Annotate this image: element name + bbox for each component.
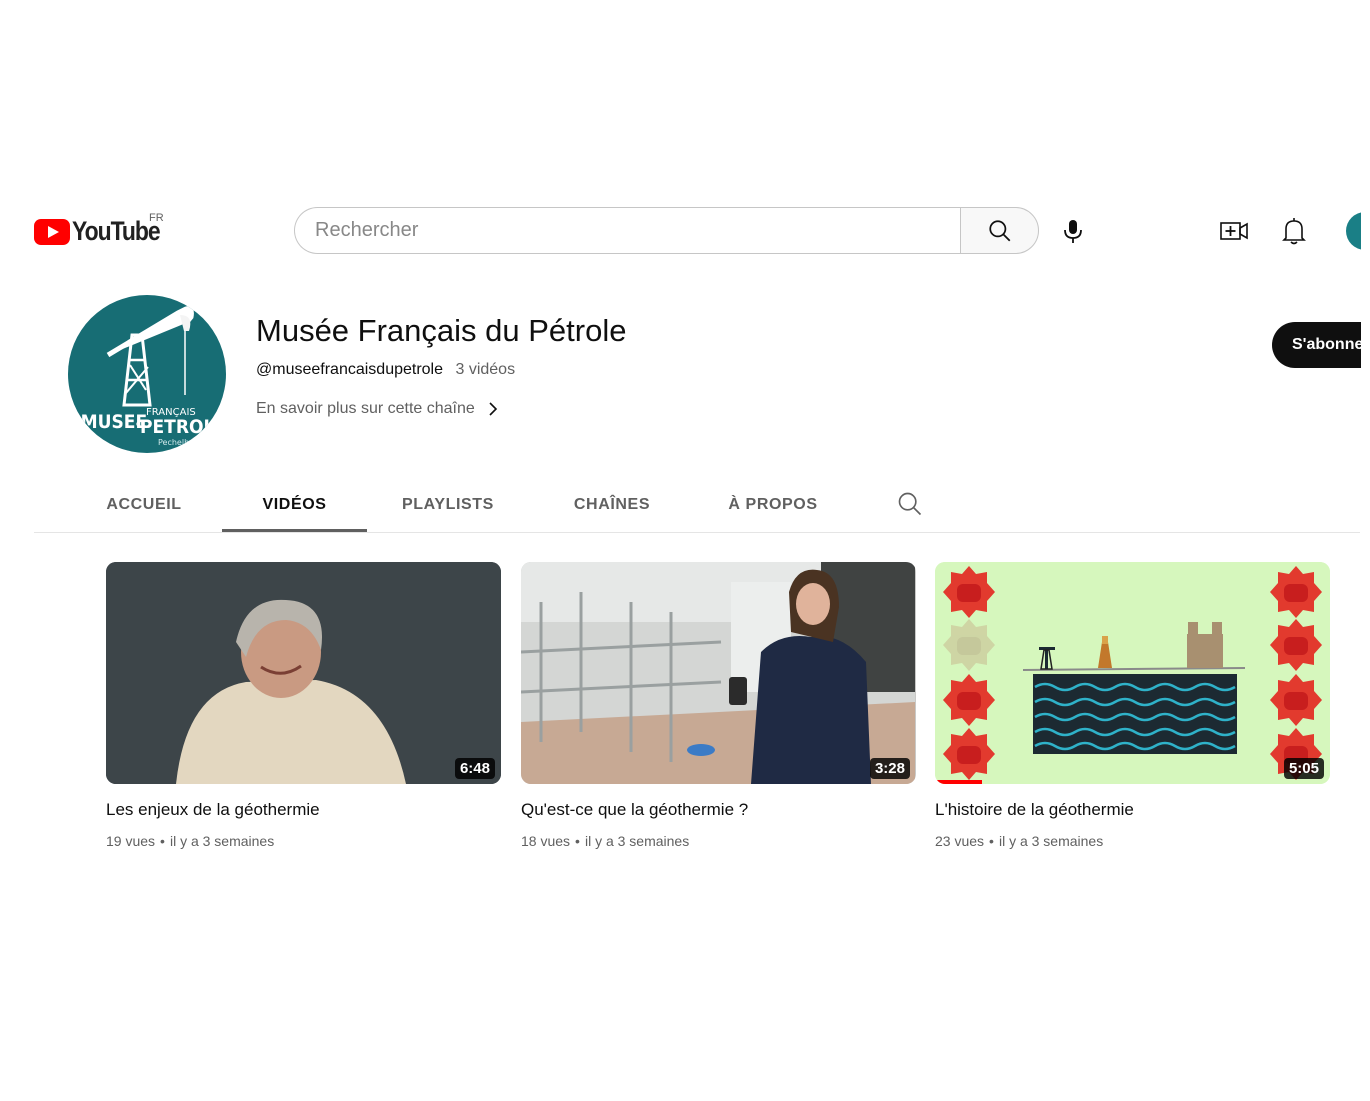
- thumbnail-image-lab: [521, 562, 915, 784]
- video-title[interactable]: Les enjeux de la géothermie: [106, 800, 320, 820]
- video-duration: 5:05: [1283, 758, 1324, 779]
- bell-icon: [1282, 218, 1306, 245]
- youtube-logo[interactable]: YouTube FR: [34, 212, 175, 247]
- search-input[interactable]: [295, 208, 915, 253]
- channel-more-link[interactable]: En savoir plus sur cette chaîne: [256, 400, 499, 418]
- channel-name: Musée Français du Pétrole: [256, 313, 627, 348]
- video-title[interactable]: L'histoire de la géothermie: [935, 800, 1134, 820]
- video-views: 23 vues: [935, 833, 985, 849]
- channel-tabs: ACCUEIL VIDÉOS PLAYLISTS CHAÎNES À PROPO…: [0, 478, 1370, 534]
- channel-handle: @museefrancaisdupetrole: [256, 361, 444, 378]
- oil-pump-logo: MUSEE FRANÇAIS du PETROLE Pechelb: [81, 306, 226, 447]
- video-age: il y a 3 semaines: [584, 833, 690, 849]
- thumbnail-image-woman-interview: [106, 562, 501, 784]
- search-box[interactable]: [294, 207, 960, 254]
- subscribe-button[interactable]: S'abonner: [1272, 322, 1370, 368]
- viewport-edge: [1361, 180, 1370, 420]
- chevron-right-icon: [489, 402, 497, 416]
- video-age: il y a 3 semaines: [998, 833, 1104, 849]
- channel-more-label: En savoir plus sur cette chaîne: [256, 400, 475, 417]
- video-count: 3 vidéos: [455, 361, 516, 378]
- country-code: FR: [149, 212, 164, 224]
- video-views: 19 vues: [106, 833, 156, 849]
- thumbnail-image-geothermal-diagram: [935, 562, 1330, 784]
- video-duration: 6:48: [454, 758, 495, 779]
- video-thumbnail[interactable]: 6:48: [106, 562, 501, 784]
- svg-text:Pechelb: Pechelb: [158, 438, 189, 447]
- video-thumbnail[interactable]: 3:28: [521, 562, 916, 784]
- video-title[interactable]: Qu'est-ce que la géothermie ?: [521, 800, 748, 820]
- youtube-play-icon: [34, 218, 70, 245]
- video-views: 18 vues: [521, 833, 571, 849]
- separator-dot: •: [989, 833, 994, 849]
- channel-search-button[interactable]: [896, 490, 924, 518]
- notifications-button[interactable]: [1274, 211, 1314, 251]
- tab-a-propos[interactable]: À PROPOS: [722, 478, 824, 532]
- tab-videos[interactable]: VIDÉOS: [222, 478, 367, 532]
- search-icon: [988, 219, 1010, 241]
- channel-meta: @museefrancaisdupetrole 3 vidéos: [256, 361, 515, 379]
- video-meta: 18 vues • il y a 3 semaines: [521, 833, 689, 849]
- video-duration: 3:28: [869, 758, 910, 779]
- tab-chaines[interactable]: CHAÎNES: [562, 478, 662, 532]
- create-button[interactable]: [1214, 211, 1254, 251]
- tabs-divider: [34, 532, 1360, 533]
- watch-progress-bar: [935, 780, 983, 784]
- voice-search-button[interactable]: [1053, 211, 1093, 251]
- logo-text: YouTube: [72, 216, 161, 246]
- video-add-icon: [1220, 222, 1248, 240]
- tab-accueil[interactable]: ACCUEIL: [100, 478, 188, 532]
- video-thumbnail[interactable]: 5:05: [935, 562, 1330, 784]
- microphone-icon: [1064, 220, 1082, 243]
- video-meta: 23 vues • il y a 3 semaines: [935, 833, 1103, 849]
- separator-dot: •: [160, 833, 165, 849]
- channel-avatar: MUSEE FRANÇAIS du PETROLE Pechelb: [68, 295, 226, 453]
- search-button[interactable]: [960, 207, 1039, 254]
- separator-dot: •: [575, 833, 580, 849]
- tab-playlists[interactable]: PLAYLISTS: [394, 478, 502, 532]
- video-meta: 19 vues • il y a 3 semaines: [106, 833, 274, 849]
- svg-text:PETROLE: PETROLE: [140, 416, 226, 438]
- video-age: il y a 3 semaines: [169, 833, 275, 849]
- search-icon: [898, 492, 922, 516]
